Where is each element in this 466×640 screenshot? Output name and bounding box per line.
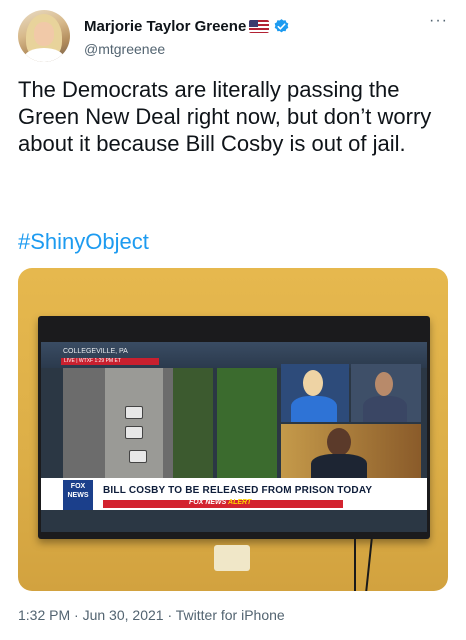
anchor-head: [303, 370, 323, 396]
anchor-body: [363, 396, 407, 422]
more-options-icon[interactable]: ···: [429, 12, 448, 30]
anchor-panel-left: [281, 364, 349, 422]
broadcast-location: COLLEGEVILLE, PA: [63, 348, 128, 355]
footer-separator: ·: [167, 607, 173, 623]
us-flag-icon: [249, 20, 269, 33]
fox-news-logo: FOX NEWS: [63, 480, 93, 510]
cosby-head: [327, 428, 351, 456]
tv-screen: COLLEGEVILLE, PA LIVE | WTXF 1:29 PM ET: [38, 316, 430, 539]
avatar-face: [34, 22, 54, 46]
verified-icon: [274, 19, 289, 33]
trees: [173, 368, 213, 478]
alert-word: ALERT: [228, 499, 252, 506]
alert-network: FOX NEWS: [189, 499, 227, 506]
tweet-date[interactable]: Jun 30, 2021: [83, 607, 164, 623]
tweet-source[interactable]: Twitter for iPhone: [176, 607, 285, 623]
cosby-panel: [281, 424, 421, 478]
tv-cable: [365, 539, 373, 591]
tv-broadcast: COLLEGEVILLE, PA LIVE | WTXF 1:29 PM ET: [41, 342, 427, 532]
wall-outlet: [214, 545, 250, 571]
anchor-panel-right: [351, 364, 421, 422]
author-name[interactable]: Marjorie Taylor Greene: [84, 18, 246, 35]
anchor-body: [291, 396, 337, 422]
car: [125, 406, 143, 419]
cosby-body: [311, 454, 367, 478]
broadcast-headline: BILL COSBY TO BE RELEASED FROM PRISON TO…: [103, 485, 373, 496]
news-alert: FOX NEWS ALERT: [189, 499, 251, 506]
tweet-time[interactable]: 1:32 PM: [18, 607, 70, 623]
avatar-shoulders: [24, 48, 64, 62]
car: [125, 426, 143, 439]
author-handle[interactable]: @mtgreenee: [84, 41, 165, 57]
anchor-head: [375, 372, 393, 396]
footer-separator: ·: [74, 607, 79, 623]
hashtag-link[interactable]: #ShinyObject: [18, 229, 149, 255]
live-bar: LIVE | WTXF 1:29 PM ET: [61, 358, 159, 365]
tv-cable: [354, 539, 356, 591]
tweet-footer: 1:32 PM · Jun 30, 2021 · Twitter for iPh…: [18, 607, 285, 623]
tweet-text: The Democrats are literally passing the …: [18, 77, 432, 156]
avatar[interactable]: [18, 10, 70, 62]
greenery: [217, 368, 277, 478]
logo-top: FOX: [70, 483, 86, 490]
car: [129, 450, 147, 463]
tweet-photo[interactable]: COLLEGEVILLE, PA LIVE | WTXF 1:29 PM ET: [18, 268, 448, 591]
logo-bottom: NEWS: [67, 492, 89, 499]
aerial-footage: [63, 368, 213, 478]
tweet-header: Marjorie Taylor Greene @mtgreenee ···: [18, 10, 448, 70]
